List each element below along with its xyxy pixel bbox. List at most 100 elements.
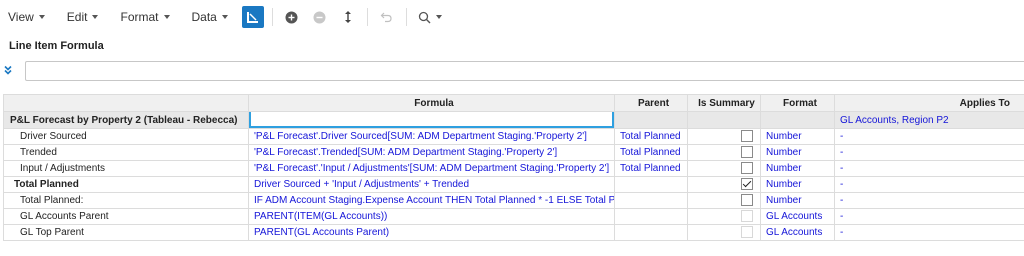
line-item-rows: Driver Sourced 'P&L Forecast'.Driver Sour… (3, 128, 1024, 241)
module-name: P&L Forecast by Property 2 (Tableau - Re… (3, 111, 249, 129)
formula-icon (246, 12, 258, 23)
toolbar-divider (366, 8, 368, 26)
applies-to-cell[interactable]: - (834, 208, 1024, 225)
formula-cell[interactable]: PARENT(GL Accounts Parent) (248, 224, 615, 241)
format-cell[interactable] (760, 111, 835, 129)
chevron-down-icon (221, 15, 228, 19)
summary-cell[interactable] (687, 192, 761, 209)
formula-cell[interactable]: 'P&L Forecast'.Trended[SUM: ADM Departme… (248, 144, 615, 161)
format-menu[interactable]: Format (120, 10, 170, 24)
formula-cell[interactable]: IF ADM Account Staging.Expense Account T… (248, 192, 615, 209)
chevron-down-icon (435, 15, 442, 19)
column-header-is-summary[interactable]: Is Summary (687, 94, 761, 112)
cell-editor[interactable] (249, 112, 614, 128)
summary-cell[interactable] (687, 111, 761, 129)
parent-cell[interactable] (614, 176, 688, 193)
format-cell[interactable]: Number (760, 160, 835, 177)
line-item-name[interactable]: Input / Adjustments (3, 160, 249, 177)
toolbar: View Edit Format Data (0, 0, 1024, 34)
is-summary-checkbox[interactable] (741, 178, 753, 191)
line-item-grid: Formula Parent Is Summary Format Applies… (3, 94, 1024, 241)
parent-cell[interactable] (614, 192, 688, 209)
toolbar-divider (271, 8, 273, 26)
is-summary-checkbox[interactable] (741, 210, 753, 223)
applies-to-cell[interactable]: - (834, 224, 1024, 241)
move-button[interactable] (337, 6, 359, 28)
table-row: GL Accounts Parent PARENT(ITEM(GL Account… (3, 208, 1024, 225)
remove-button[interactable] (309, 6, 331, 28)
applies-to-cell[interactable]: - (834, 192, 1024, 209)
summary-cell[interactable] (687, 208, 761, 225)
chevron-down-icon (163, 15, 170, 19)
data-menu[interactable]: Data (192, 10, 228, 24)
applies-to-cell[interactable]: GL Accounts, Region P2 (834, 111, 1024, 129)
table-row: GL Top Parent PARENT(GL Accounts Parent) G… (3, 224, 1024, 241)
applies-to-cell[interactable]: - (834, 176, 1024, 193)
parent-cell[interactable]: Total Planned (614, 160, 688, 177)
header-row: Formula Parent Is Summary Format Applies… (3, 94, 1024, 112)
column-header-parent[interactable]: Parent (614, 94, 688, 112)
add-button[interactable] (281, 6, 303, 28)
search-icon (418, 11, 431, 23)
column-header-applies-to[interactable]: Applies To (834, 94, 1024, 112)
line-item-name[interactable]: Total Planned: (3, 192, 249, 209)
line-item-name[interactable]: Trended (3, 144, 249, 161)
applies-to-cell[interactable]: - (834, 160, 1024, 177)
formula-bar (0, 60, 1024, 84)
data-menu-label: Data (191, 10, 217, 24)
formula-cell[interactable]: PARENT(ITEM(GL Accounts)) (248, 208, 615, 225)
format-cell[interactable]: Number (760, 128, 835, 145)
summary-cell[interactable] (687, 224, 761, 241)
parent-cell[interactable] (614, 111, 688, 129)
formula-cell[interactable]: Driver Sourced + 'Input / Adjustments' +… (248, 176, 615, 193)
table-row: Total Planned Driver Sourced + 'Input / A… (3, 176, 1024, 193)
table-row: Input / Adjustments 'P&L Forecast'.'Input… (3, 160, 1024, 177)
summary-cell[interactable] (687, 144, 761, 161)
undo-button[interactable] (376, 6, 398, 28)
format-cell[interactable]: GL Accounts (760, 208, 835, 225)
applies-to-cell[interactable]: - (834, 128, 1024, 145)
table-row: Trended 'P&L Forecast'.Trended[SUM: ADM D… (3, 144, 1024, 161)
parent-cell[interactable]: Total Planned (614, 128, 688, 145)
formula-cell[interactable]: 'P&L Forecast'.'Input / Adjustments'[SUM… (248, 160, 615, 177)
line-item-name[interactable]: GL Accounts Parent (3, 208, 249, 225)
section-title: Line Item Formula (9, 40, 104, 52)
is-summary-checkbox[interactable] (741, 226, 753, 239)
summary-cell[interactable] (687, 176, 761, 193)
view-menu-label: View (8, 10, 34, 24)
line-item-name[interactable]: GL Top Parent (3, 224, 249, 241)
double-chevron-down-icon[interactable] (3, 65, 13, 75)
corner-header (3, 94, 249, 112)
search-button[interactable] (415, 6, 445, 28)
column-header-format[interactable]: Format (760, 94, 835, 112)
formula-cell[interactable]: 'P&L Forecast'.Driver Sourced[SUM: ADM D… (248, 128, 615, 145)
move-icon (344, 11, 351, 23)
applies-to-cell[interactable]: - (834, 144, 1024, 161)
toolbar-divider (405, 8, 407, 26)
remove-icon (313, 11, 326, 23)
is-summary-checkbox[interactable] (741, 130, 753, 143)
format-menu-label: Format (120, 10, 159, 24)
parent-cell[interactable] (614, 224, 688, 241)
formula-input[interactable] (25, 61, 1024, 81)
is-summary-checkbox[interactable] (741, 194, 753, 207)
line-item-name[interactable]: Total Planned (3, 176, 249, 193)
parent-cell[interactable]: Total Planned (614, 144, 688, 161)
line-item-name[interactable]: Driver Sourced (3, 128, 249, 145)
table-row: Driver Sourced 'P&L Forecast'.Driver Sour… (3, 128, 1024, 145)
format-cell[interactable]: Number (760, 192, 835, 209)
format-cell[interactable]: Number (760, 144, 835, 161)
is-summary-checkbox[interactable] (741, 162, 753, 175)
summary-cell[interactable] (687, 128, 761, 145)
edit-menu[interactable]: Edit (67, 10, 99, 24)
parent-cell[interactable] (614, 208, 688, 225)
formula-tool-button[interactable] (241, 6, 264, 28)
chevron-down-icon (38, 15, 45, 19)
is-summary-checkbox[interactable] (741, 146, 753, 159)
summary-cell[interactable] (687, 160, 761, 177)
column-header-formula[interactable]: Formula (248, 94, 615, 112)
format-cell[interactable]: GL Accounts (760, 224, 835, 241)
view-menu[interactable]: View (8, 10, 45, 24)
formula-cell-editing[interactable] (248, 111, 615, 129)
format-cell[interactable]: Number (760, 176, 835, 193)
